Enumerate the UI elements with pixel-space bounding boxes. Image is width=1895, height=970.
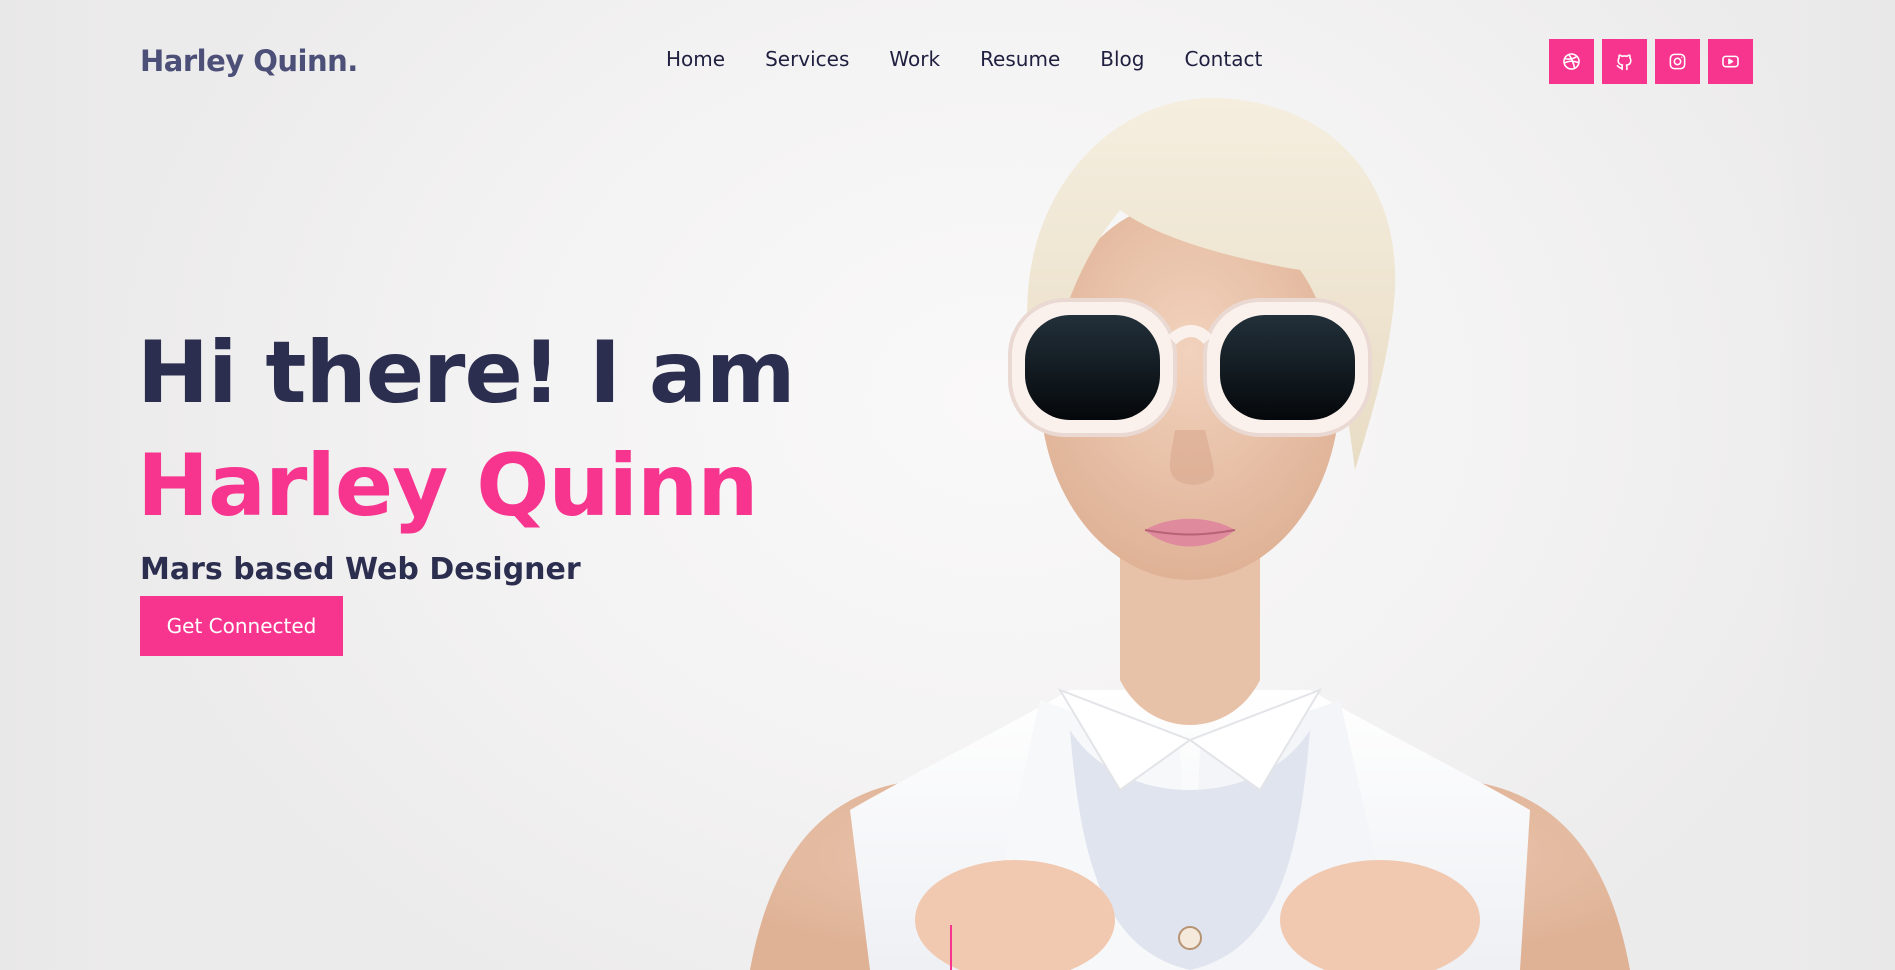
- nav-item-home[interactable]: Home: [666, 47, 725, 71]
- instagram-button[interactable]: [1655, 39, 1700, 84]
- site-logo[interactable]: Harley Quinn.: [140, 44, 358, 78]
- hero-tagline: Mars based Web Designer: [140, 552, 581, 587]
- nav-item-resume[interactable]: Resume: [980, 47, 1060, 71]
- github-button[interactable]: [1602, 39, 1647, 84]
- nav-item-work[interactable]: Work: [889, 47, 940, 71]
- main-nav: Home Services Work Resume Blog Contact: [666, 47, 1262, 71]
- hero-greeting: Hi there! I am: [137, 323, 796, 423]
- nav-item-services[interactable]: Services: [765, 47, 849, 71]
- nav-item-contact[interactable]: Contact: [1184, 47, 1262, 71]
- hero-portrait-image: [750, 98, 1630, 970]
- dribbble-button[interactable]: [1549, 39, 1594, 84]
- instagram-icon: [1669, 53, 1686, 70]
- get-connected-button[interactable]: Get Connected: [140, 596, 343, 656]
- background-shade-right: [1775, 0, 1895, 970]
- scroll-indicator: [950, 925, 952, 970]
- nav-item-blog[interactable]: Blog: [1100, 47, 1144, 71]
- github-icon: [1616, 54, 1632, 71]
- hero-name: Harley Quinn: [137, 436, 758, 536]
- youtube-button[interactable]: [1708, 39, 1753, 84]
- social-links: [1549, 39, 1753, 84]
- youtube-icon: [1722, 55, 1739, 68]
- background-shade-left: [0, 0, 120, 970]
- dribbble-icon: [1563, 53, 1580, 70]
